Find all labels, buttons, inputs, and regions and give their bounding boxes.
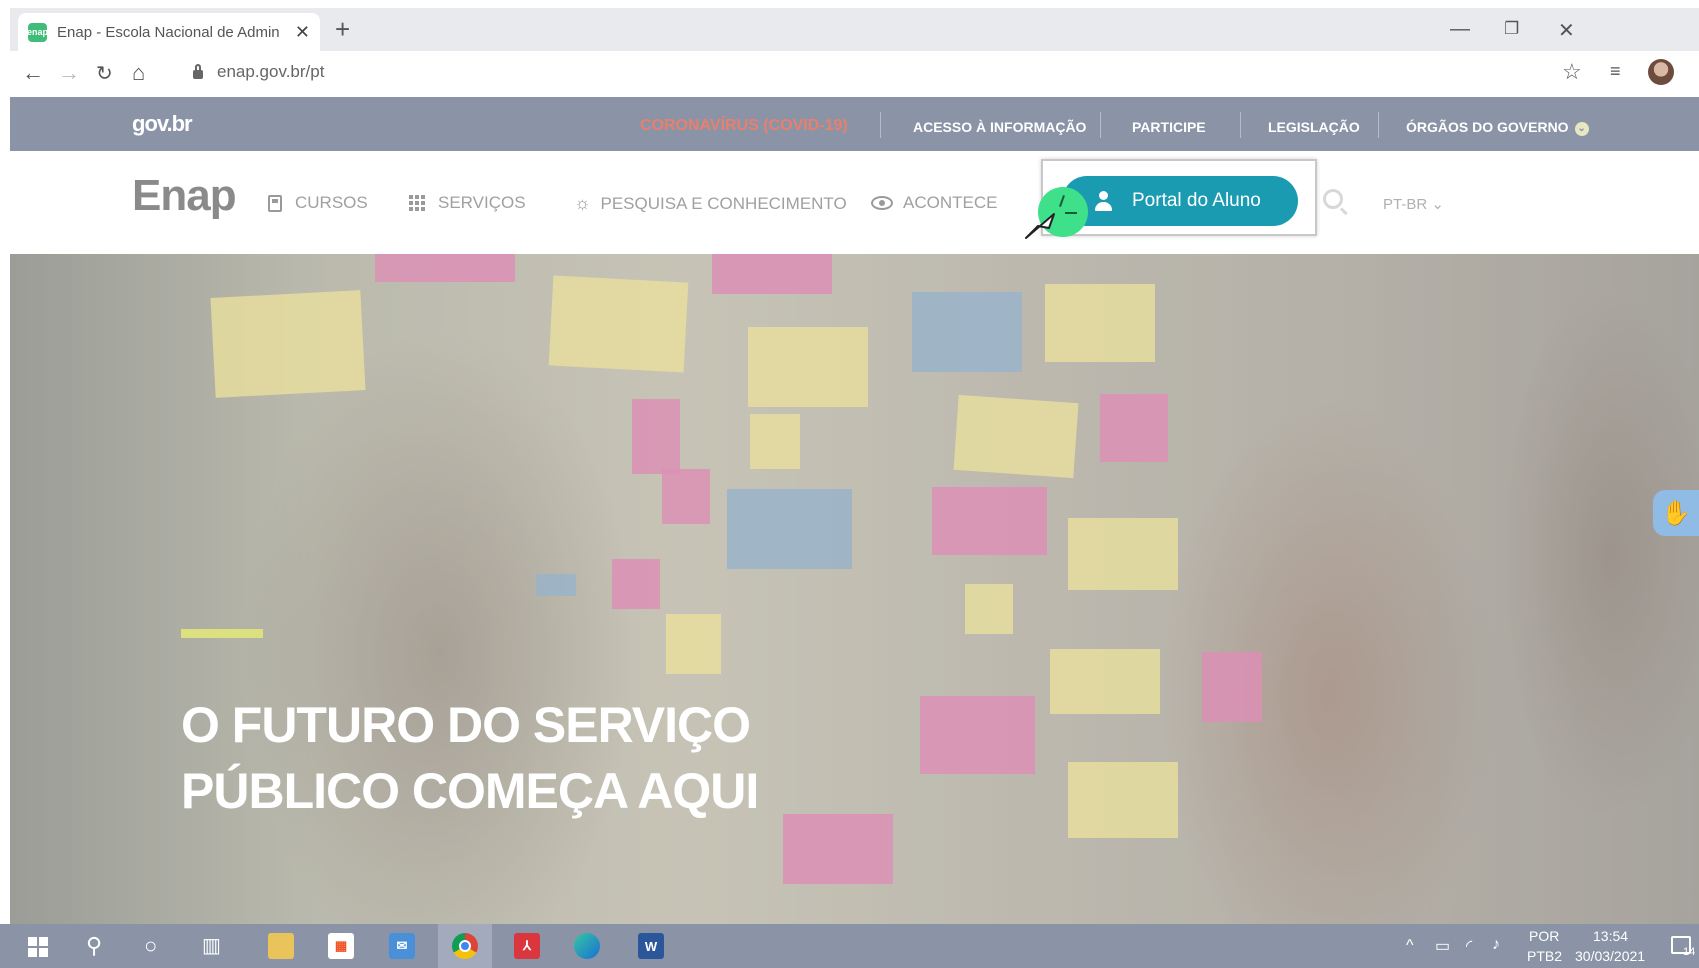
hero-title-line1: O FUTURO DO SERVIÇO <box>181 697 751 753</box>
hero-title: O FUTURO DO SERVIÇO PÚBLICO COMEÇA AQUI <box>181 692 881 824</box>
govbar-separator <box>1240 112 1241 138</box>
govbar-separator <box>1378 112 1379 138</box>
chrome-icon[interactable] <box>452 933 478 959</box>
file-explorer-icon[interactable] <box>268 933 294 959</box>
lock-icon <box>193 63 203 79</box>
new-tab-button[interactable]: + <box>335 16 350 42</box>
nav-servicos[interactable]: SERVIÇOS <box>409 193 526 213</box>
tab-close-icon[interactable]: ✕ <box>295 22 310 43</box>
word-icon[interactable]: W <box>638 933 664 959</box>
window-minimize-button[interactable]: — <box>1450 18 1470 41</box>
profile-avatar[interactable] <box>1648 59 1674 85</box>
site-header: Enap CURSOS SERVIÇOS ☼ PESQUISA E CONHEC… <box>10 151 1699 254</box>
orgaos-governo-link[interactable]: ÓRGÃOS DO GOVERNO ⌄ <box>1406 119 1589 136</box>
wifi-icon[interactable]: ◜ <box>1466 936 1472 956</box>
enap-logo[interactable]: Enap <box>132 171 237 221</box>
orgaos-governo-label: ÓRGÃOS DO GOVERNO <box>1406 119 1569 135</box>
portal-do-aluno-label: Portal do Aluno <box>1132 190 1261 211</box>
cortana-circle-icon[interactable]: ○ <box>144 932 157 960</box>
hero-banner: O FUTURO DO SERVIÇO PÚBLICO COMEÇA AQUI … <box>10 254 1699 924</box>
windows-taskbar: ⚲ ○ ▥ ▦ ✉ ⅄ W ^ ▭ ◜ ♪ POR PTB2 13:54 30/… <box>0 924 1699 968</box>
legislacao-link[interactable]: LEGISLAÇÃO <box>1268 119 1360 135</box>
reload-icon[interactable]: ↻ <box>96 61 113 86</box>
nav-pesquisa-label: PESQUISA E CONHECIMENTO <box>600 193 847 213</box>
book-icon <box>268 194 282 212</box>
web-page: gov.br CORONAVÍRUS (COVID-19) ACESSO À I… <box>10 97 1699 924</box>
portal-do-aluno-button[interactable]: Portal do Aluno <box>1062 176 1298 226</box>
edge-icon[interactable] <box>574 933 600 959</box>
language-indicator-bottom[interactable]: PTB2 <box>1527 948 1562 964</box>
bookmark-star-icon[interactable]: ☆ <box>1562 59 1582 85</box>
forward-arrow-icon[interactable]: → <box>58 60 80 86</box>
clock-time[interactable]: 13:54 <box>1593 928 1628 944</box>
screen: enap Enap - Escola Nacional de Administr… <box>0 0 1699 968</box>
hero-accent-bar <box>181 629 263 638</box>
eye-icon <box>871 196 893 210</box>
media-control-icon[interactable]: ≡ <box>1610 61 1621 82</box>
nav-cursos-label: CURSOS <box>295 193 368 212</box>
window-restore-button[interactable]: ❐ <box>1504 19 1519 39</box>
nav-acontece[interactable]: ACONTECE <box>871 193 997 213</box>
govbar-separator <box>880 112 881 138</box>
user-icon <box>1093 191 1113 211</box>
store-icon[interactable]: ▦ <box>328 933 354 959</box>
battery-icon[interactable]: ▭ <box>1435 936 1450 956</box>
nav-pesquisa[interactable]: ☼ PESQUISA E CONHECIMENTO <box>574 193 847 214</box>
nav-servicos-label: SERVIÇOS <box>438 193 526 212</box>
acesso-informacao-link[interactable]: ACESSO À INFORMAÇÃO <box>913 119 1086 135</box>
lightbulb-icon: ☼ <box>574 193 591 213</box>
mouse-cursor-icon <box>1025 213 1055 239</box>
url-text: enap.gov.br/pt <box>217 62 325 81</box>
notification-count: 14 <box>1683 946 1696 958</box>
search-icon[interactable] <box>1323 189 1343 209</box>
acrobat-icon[interactable]: ⅄ <box>514 933 540 959</box>
nav-acontece-label: ACONTECE <box>903 193 998 212</box>
language-selector[interactable]: PT-BR ⌄ <box>1383 195 1444 213</box>
govbr-logo[interactable]: gov.br <box>132 111 193 137</box>
clock-date[interactable]: 30/03/2021 <box>1575 948 1645 964</box>
back-arrow-icon[interactable]: ← <box>22 60 44 86</box>
govbar-separator <box>1100 112 1101 138</box>
windows-start-icon[interactable] <box>28 937 48 957</box>
grid-icon <box>409 195 425 211</box>
tab-title: Enap - Escola Nacional de Administração … <box>57 23 279 41</box>
language-indicator-top[interactable]: POR <box>1529 928 1559 944</box>
hero-title-line2: PÚBLICO COMEÇA AQUI <box>181 763 759 819</box>
home-icon[interactable]: ⌂ <box>132 60 145 86</box>
task-view-icon[interactable]: ▥ <box>202 932 221 960</box>
browser-tab-enap[interactable]: enap Enap - Escola Nacional de Administr… <box>18 13 320 51</box>
screen-left-edge <box>0 0 10 924</box>
govbr-bar: gov.br CORONAVÍRUS (COVID-19) ACESSO À I… <box>10 97 1699 151</box>
mail-icon[interactable]: ✉ <box>389 933 415 959</box>
browser-tabbar: enap Enap - Escola Nacional de Administr… <box>10 8 1699 51</box>
volume-icon[interactable]: ♪ <box>1492 936 1500 954</box>
browser-menu-icon[interactable]: ⋮ <box>1690 59 1699 85</box>
show-hidden-icons[interactable]: ^ <box>1406 937 1414 955</box>
covid-link[interactable]: CORONAVÍRUS (COVID-19) <box>640 117 848 135</box>
browser-toolbar: ← → ↻ ⌂ enap.gov.br/pt ☆ ≡ ⋮ <box>10 51 1699 97</box>
window-close-button[interactable]: ✕ <box>1558 18 1575 43</box>
chevron-down-icon: ⌄ <box>1574 122 1589 136</box>
enap-favicon-icon: enap <box>27 22 48 42</box>
participe-link[interactable]: PARTICIPE <box>1132 119 1206 135</box>
nav-cursos[interactable]: CURSOS <box>268 193 368 213</box>
search-icon[interactable]: ⚲ <box>86 932 102 960</box>
vlibras-hands-icon[interactable]: ✋ <box>1653 490 1699 536</box>
address-field[interactable]: enap.gov.br/pt <box>193 62 324 82</box>
